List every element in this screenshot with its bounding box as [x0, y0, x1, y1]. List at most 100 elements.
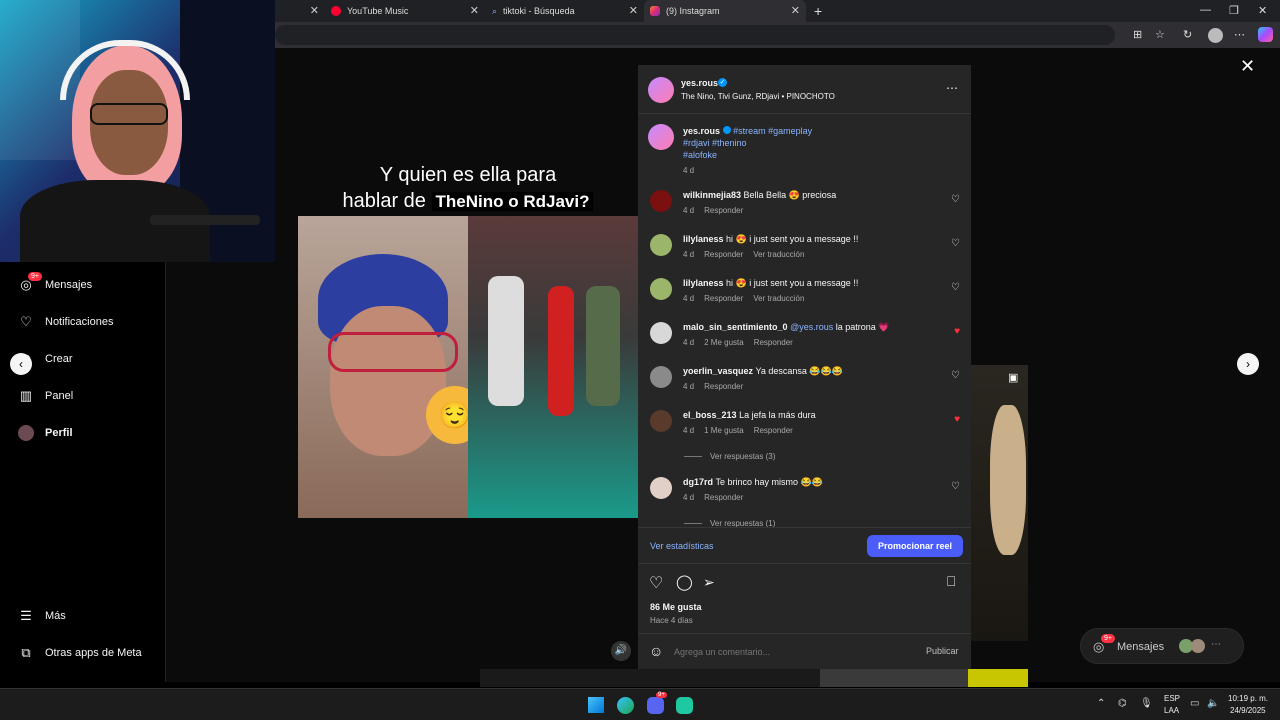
- audio-info[interactable]: The Nino, Tivi Gunz, RDjavi • PINOCHOTO: [681, 92, 835, 101]
- comment-icon[interactable]: ◯: [676, 573, 693, 591]
- avatar[interactable]: [650, 278, 672, 300]
- more-options-icon[interactable]: ⋯: [946, 81, 958, 95]
- instagram-icon: [650, 6, 660, 16]
- tab-youtube-music[interactable]: YouTube Music ✕: [325, 0, 485, 22]
- next-reel-button[interactable]: ›: [1237, 353, 1259, 375]
- apps-icon[interactable]: ⊞: [1133, 28, 1142, 41]
- language-indicator[interactable]: ESP: [1164, 694, 1180, 703]
- close-modal-icon[interactable]: ✕: [1240, 56, 1255, 77]
- volume-icon[interactable]: 🔈: [1207, 698, 1219, 709]
- avatar[interactable]: [650, 477, 672, 499]
- address-bar[interactable]: [275, 25, 1115, 45]
- copilot-icon[interactable]: [1258, 27, 1273, 42]
- thumbnail[interactable]: [968, 669, 1028, 687]
- refresh-icon[interactable]: ↻: [1183, 28, 1192, 41]
- reply-button[interactable]: Responder: [704, 493, 743, 502]
- chart-icon: ▥: [19, 388, 33, 403]
- volume-icon[interactable]: 🔊: [611, 641, 631, 661]
- close-tab-icon[interactable]: ✕: [629, 4, 638, 17]
- view-stats-link[interactable]: Ver estadísticas: [650, 541, 714, 551]
- like-comment-icon[interactable]: ♡: [951, 282, 960, 293]
- comment-input[interactable]: [674, 643, 914, 661]
- publish-button[interactable]: Publicar: [926, 646, 959, 656]
- divider: [638, 563, 971, 564]
- promote-reel-button[interactable]: Promocionar reel: [867, 535, 964, 557]
- sidebar-item-notificaciones[interactable]: ♡ Notificaciones: [18, 314, 113, 330]
- new-tab-button[interactable]: +: [808, 0, 828, 22]
- like-heart-icon[interactable]: ♡: [649, 573, 663, 593]
- maximize-icon[interactable]: ❐: [1229, 4, 1239, 17]
- messages-badge: 9+: [28, 272, 42, 281]
- share-icon[interactable]: ➢: [703, 574, 715, 591]
- author-username[interactable]: yes.rous: [681, 78, 718, 88]
- translate-button[interactable]: Ver traducción: [753, 250, 804, 259]
- microphone-icon[interactable]: 🎙: [1140, 698, 1153, 709]
- reply-button[interactable]: Responder: [754, 426, 793, 435]
- tab-hidden[interactable]: ✕: [275, 0, 325, 22]
- save-bookmark-icon[interactable]: ⎕: [947, 573, 955, 590]
- network-icon[interactable]: ⌬: [1118, 698, 1127, 709]
- search-icon: ⌕: [492, 5, 498, 16]
- clock-time[interactable]: 10:19 p. m.: [1228, 694, 1268, 703]
- app-icon[interactable]: [676, 697, 693, 714]
- avatar[interactable]: [650, 234, 672, 256]
- emoji-icon[interactable]: ☺: [649, 643, 663, 659]
- avatar[interactable]: [650, 322, 672, 344]
- windows-start-icon[interactable]: [588, 697, 604, 713]
- discord-badge: 9+: [656, 692, 667, 698]
- display-icon[interactable]: ▭: [1190, 698, 1199, 709]
- minimize-icon[interactable]: —: [1200, 4, 1211, 16]
- avatar[interactable]: [650, 190, 672, 212]
- avatar[interactable]: [650, 366, 672, 388]
- view-replies-button[interactable]: Ver respuestas (3): [684, 452, 775, 461]
- translate-button[interactable]: Ver traducción: [753, 294, 804, 303]
- sidebar-item-mensajes[interactable]: ◎ Mensajes 9+: [18, 272, 92, 293]
- close-window-icon[interactable]: ✕: [1258, 4, 1267, 17]
- sidebar-item-otras-apps[interactable]: ⧉ Otras apps de Meta: [18, 645, 141, 661]
- like-comment-icon[interactable]: ♡: [951, 238, 960, 249]
- floating-messages-button[interactable]: ◎ 9+ Mensajes ⋯: [1080, 628, 1244, 664]
- reply-button[interactable]: Responder: [704, 294, 743, 303]
- windows-taskbar: 9+ ⌃ ⌬ 🎙 ESP LAA ▭ 🔈 10:19 p. m. 24/9/20…: [0, 688, 1280, 720]
- author-avatar[interactable]: [648, 77, 674, 103]
- author-avatar[interactable]: [648, 124, 674, 150]
- reel-icon: ▣: [1008, 372, 1019, 384]
- edge-icon[interactable]: [617, 697, 634, 714]
- like-comment-icon[interactable]: ♡: [951, 370, 960, 381]
- sidebar-item-perfil[interactable]: Perfil: [18, 425, 73, 441]
- verified-icon: [722, 126, 731, 134]
- favorite-star-icon[interactable]: ☆: [1155, 28, 1165, 41]
- reply-button[interactable]: Responder: [704, 206, 743, 215]
- reply-button[interactable]: Responder: [754, 338, 793, 347]
- clock-date: 24/9/2025: [1230, 706, 1266, 715]
- liked-heart-icon[interactable]: ♥: [954, 326, 960, 337]
- liked-heart-icon[interactable]: ♥: [954, 414, 960, 425]
- reply-button[interactable]: Responder: [704, 250, 743, 259]
- close-tab-icon[interactable]: ✕: [791, 4, 800, 17]
- tab-search[interactable]: ⌕ tiktoki - Búsqueda ✕: [486, 0, 644, 22]
- tab-instagram[interactable]: (9) Instagram ✕: [644, 0, 806, 22]
- like-comment-icon[interactable]: ♡: [951, 194, 960, 205]
- sidebar-item-panel[interactable]: ▥ Panel: [18, 388, 73, 404]
- like-comment-icon[interactable]: ♡: [951, 481, 960, 492]
- avatar: [1191, 639, 1205, 653]
- sidebar-item-mas[interactable]: ☰ Más: [18, 608, 66, 624]
- previous-reel-button[interactable]: ‹: [10, 353, 32, 375]
- close-tab-icon[interactable]: ✕: [470, 4, 479, 17]
- divider: [638, 113, 971, 114]
- discord-icon[interactable]: [647, 697, 664, 714]
- profile-avatar[interactable]: [1208, 28, 1223, 43]
- post-caption: yes.rous #stream #gameplay #rdjavi #then…: [683, 126, 813, 160]
- face: [330, 306, 446, 456]
- avatar[interactable]: [650, 410, 672, 432]
- more-menu-icon[interactable]: ⋯: [1234, 28, 1245, 41]
- close-tab-icon[interactable]: ✕: [310, 4, 319, 17]
- youtube-music-icon: [331, 6, 341, 16]
- chevron-up-icon[interactable]: ⌃: [1097, 698, 1105, 709]
- likes-count[interactable]: 86 Me gusta: [650, 602, 702, 612]
- webcam-overlay: [0, 0, 275, 262]
- heart-icon: ♡: [20, 314, 32, 329]
- next-reel-preview[interactable]: ▣: [970, 365, 1028, 641]
- thumbnail[interactable]: [820, 669, 968, 687]
- reply-button[interactable]: Responder: [704, 382, 743, 391]
